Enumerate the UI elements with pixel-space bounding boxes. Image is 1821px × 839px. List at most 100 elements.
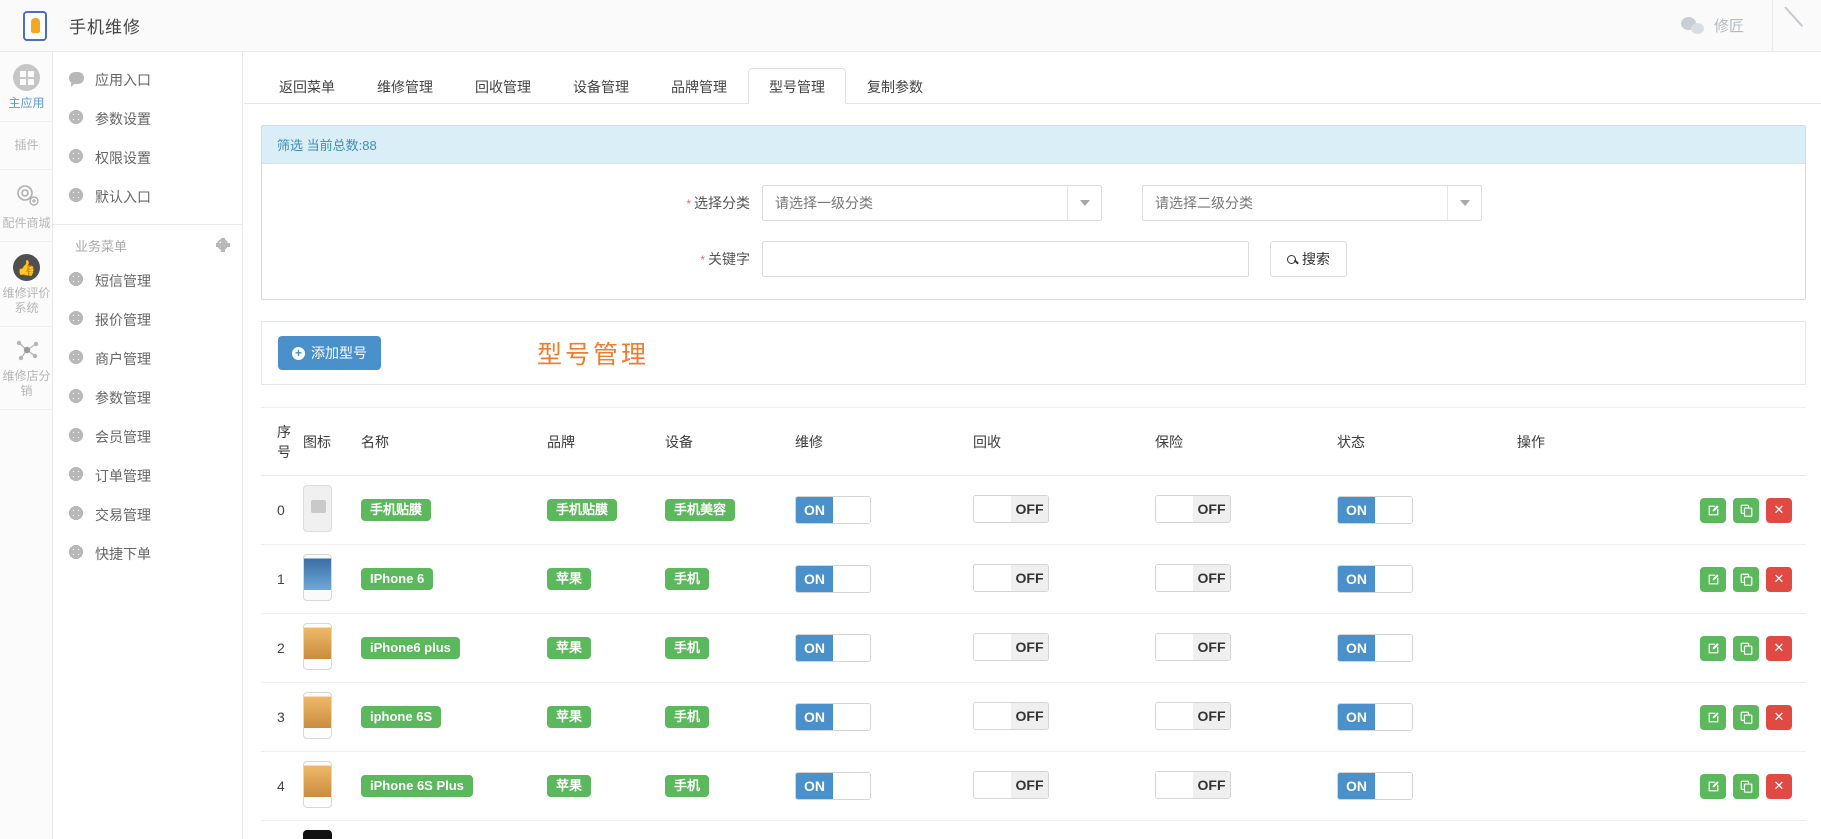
edit-pencil-icon[interactable] <box>1700 704 1726 730</box>
menu-item-quick-order[interactable]: 快捷下单 <box>53 534 242 573</box>
menu-item-param-settings[interactable]: 参数设置 <box>53 99 242 138</box>
recycle-toggle-label: OFF <box>1011 496 1048 522</box>
cell-index: 4 <box>261 751 303 821</box>
copy-pages-icon[interactable] <box>1733 704 1759 730</box>
copy-pages-icon[interactable] <box>1733 566 1759 592</box>
menu-item-quotation[interactable]: 报价管理 <box>53 300 242 339</box>
cell-icon <box>303 544 361 614</box>
tab-model-mgmt[interactable]: 型号管理 <box>748 68 846 104</box>
tab-repair-mgmt[interactable]: 维修管理 <box>356 68 454 104</box>
device-tag: 手机 <box>665 568 710 590</box>
recycle-toggle[interactable]: OFF <box>973 771 1049 799</box>
menu-item-default-entry[interactable]: 默认入口 <box>53 177 242 216</box>
cell-brand: 手机贴膜 <box>547 475 665 545</box>
cell-actions: ✕ <box>1517 475 1806 545</box>
rail-item-shop-distribution[interactable]: 维修店分销 <box>0 327 53 410</box>
keyword-row: * 关键字 搜索 <box>262 241 1805 277</box>
placeholder-image-icon <box>303 485 332 532</box>
repair-toggle-label: ON <box>796 704 833 730</box>
delete-x-icon[interactable]: ✕ <box>1766 566 1792 592</box>
status-toggle[interactable]: ON <box>1337 703 1413 731</box>
cell-repair: ON <box>795 751 973 821</box>
tab-copy-params[interactable]: 复制参数 <box>846 68 944 104</box>
rail-item-main-app[interactable]: 主应用 <box>0 52 53 122</box>
copy-pages-icon[interactable] <box>1733 635 1759 661</box>
repair-toggle-knob <box>833 773 870 799</box>
menu-item-label: 应用入口 <box>95 71 151 88</box>
status-toggle[interactable]: ON <box>1337 772 1413 800</box>
cell-name: 手机贴膜 <box>361 475 547 545</box>
keyword-input[interactable] <box>762 241 1249 277</box>
menu-item-transaction[interactable]: 交易管理 <box>53 495 242 534</box>
repair-toggle-label: ON <box>796 635 833 661</box>
primary-category-select[interactable]: 请选择一级分类 <box>762 185 1102 221</box>
tab-brand-mgmt[interactable]: 品牌管理 <box>650 68 748 104</box>
repair-toggle[interactable]: ON <box>795 565 871 593</box>
copy-pages-icon[interactable] <box>1733 497 1759 523</box>
menu-item-merchant[interactable]: 商户管理 <box>53 339 242 378</box>
brand-tag: 苹果 <box>547 568 592 590</box>
recycle-toggle[interactable]: OFF <box>973 564 1049 592</box>
wechat-icon <box>1680 16 1705 35</box>
gear-icon <box>69 310 95 329</box>
insurance-toggle[interactable]: OFF <box>1155 771 1231 799</box>
repair-toggle[interactable]: ON <box>795 634 871 662</box>
insurance-toggle[interactable]: OFF <box>1155 702 1231 730</box>
delete-x-icon[interactable]: ✕ <box>1766 704 1792 730</box>
tab-bar: 返回菜单 维修管理 回收管理 设备管理 品牌管理 型号管理 复制参数 <box>244 52 1821 104</box>
insurance-toggle[interactable]: OFF <box>1155 633 1231 661</box>
rail-item-plugin[interactable]: 插件 <box>0 122 53 170</box>
collapse-slash-icon[interactable] <box>1773 0 1821 52</box>
repair-toggle[interactable]: ON <box>795 703 871 731</box>
repair-toggle-knob <box>833 704 870 730</box>
delete-x-icon[interactable]: ✕ <box>1766 773 1792 799</box>
menu-item-app-entry[interactable]: 应用入口 <box>53 60 242 99</box>
rail-item-parts-mall[interactable]: 配件商城 <box>0 170 53 242</box>
delete-x-icon[interactable]: ✕ <box>1766 497 1792 523</box>
menu-section-label: 业务菜单 <box>75 238 128 254</box>
edit-pencil-icon[interactable] <box>1700 635 1726 661</box>
secondary-category-select[interactable]: 请选择二级分类 <box>1142 185 1482 221</box>
cell-status: ON <box>1337 544 1517 614</box>
status-toggle[interactable]: ON <box>1337 634 1413 662</box>
rail-item-review-system[interactable]: 👍 维修评价系统 <box>0 242 53 327</box>
repair-toggle[interactable]: ON <box>795 496 871 524</box>
insurance-toggle-label: OFF <box>1193 496 1230 522</box>
edit-pencil-icon[interactable] <box>1700 497 1726 523</box>
table-row: 3 iphone 6S 苹果 手机 ON OFF OFF ON ✕ <box>261 682 1806 752</box>
recycle-toggle[interactable]: OFF <box>973 702 1049 730</box>
cell-index: 5 <box>261 820 303 839</box>
tab-device-mgmt[interactable]: 设备管理 <box>552 68 650 104</box>
tab-recycle-mgmt[interactable]: 回收管理 <box>454 68 552 104</box>
insurance-toggle[interactable]: OFF <box>1155 495 1231 523</box>
menu-item-parameter[interactable]: 参数管理 <box>53 378 242 417</box>
gear-icon <box>69 388 95 407</box>
cell-repair: ON <box>795 475 973 545</box>
status-toggle-label: ON <box>1338 773 1375 799</box>
search-button[interactable]: 搜索 <box>1270 241 1347 277</box>
cell-name: iphone 6S <box>361 682 547 752</box>
menu-item-label: 会员管理 <box>95 428 151 445</box>
status-toggle[interactable]: ON <box>1337 565 1413 593</box>
add-model-button[interactable]: + 添加型号 <box>278 336 381 370</box>
copy-pages-icon[interactable] <box>1733 773 1759 799</box>
edit-pencil-icon[interactable] <box>1700 566 1726 592</box>
chevron-down-icon[interactable] <box>1447 186 1481 220</box>
menu-item-member[interactable]: 会员管理 <box>53 417 242 456</box>
tab-back-menu[interactable]: 返回菜单 <box>258 68 356 104</box>
recycle-toggle[interactable]: OFF <box>973 633 1049 661</box>
recycle-toggle[interactable]: OFF <box>973 495 1049 523</box>
gear-icon[interactable] <box>216 237 230 253</box>
menu-item-permission-settings[interactable]: 权限设置 <box>53 138 242 177</box>
repair-toggle[interactable]: ON <box>795 772 871 800</box>
insurance-toggle-label: OFF <box>1193 703 1230 729</box>
cell-recycle: OFF <box>973 682 1155 752</box>
insurance-toggle[interactable]: OFF <box>1155 564 1231 592</box>
delete-x-icon[interactable]: ✕ <box>1766 635 1792 661</box>
status-toggle[interactable]: ON <box>1337 496 1413 524</box>
chevron-down-icon[interactable] <box>1067 186 1101 220</box>
edit-pencil-icon[interactable] <box>1700 773 1726 799</box>
menu-item-order[interactable]: 订单管理 <box>53 456 242 495</box>
repair-toggle-label: ON <box>796 773 833 799</box>
menu-item-sms[interactable]: 短信管理 <box>53 261 242 300</box>
